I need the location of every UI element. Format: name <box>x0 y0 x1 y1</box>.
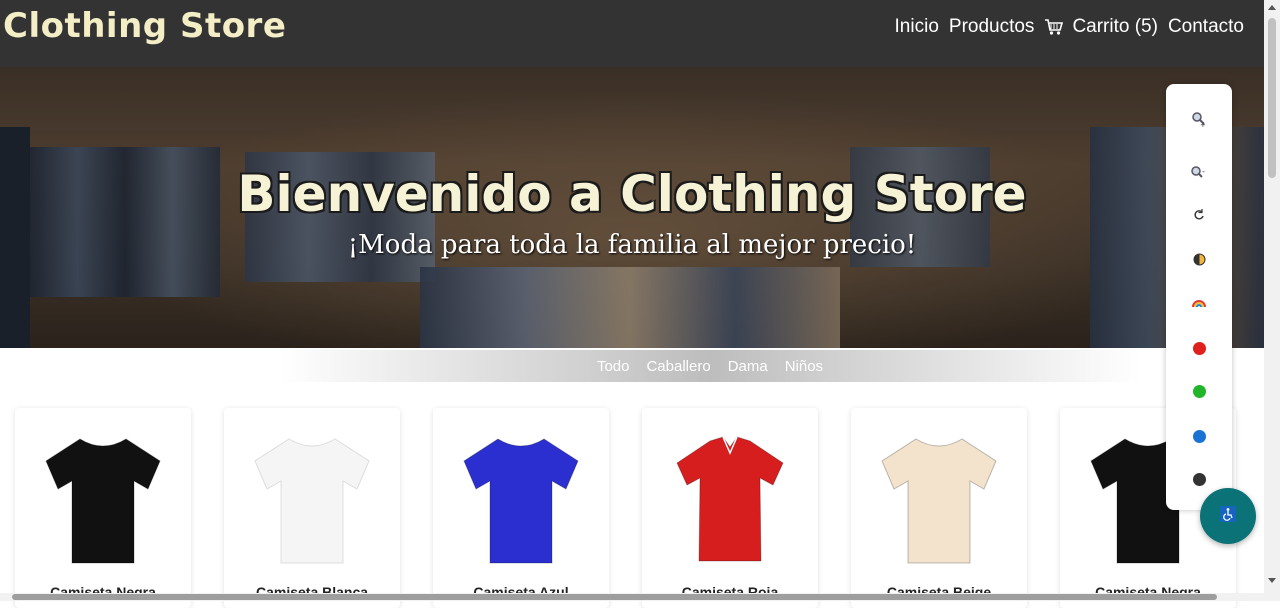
svg-text:-: - <box>1202 167 1205 176</box>
filter-ninos[interactable]: Niños <box>785 358 823 375</box>
rainbow-icon[interactable] <box>1188 292 1210 314</box>
product-card[interactable]: Camiseta Negra <box>15 408 191 608</box>
accessibility-toggle-button[interactable] <box>1200 488 1256 544</box>
dark-dot-icon <box>1192 472 1206 486</box>
nav-link-contacto[interactable]: Contacto <box>1168 16 1244 38</box>
reset-icon[interactable] <box>1188 204 1210 226</box>
zoom-out-icon[interactable]: - <box>1188 161 1210 183</box>
product-card[interactable]: Camiseta Blanca <box>224 408 400 608</box>
cart-label: Carrito (5) <box>1072 16 1158 37</box>
vertical-scroll-thumb[interactable] <box>1268 18 1276 178</box>
filter-caballero[interactable]: Caballero <box>646 358 710 375</box>
brand-logo[interactable]: Clothing Store <box>3 6 286 46</box>
nav-link-carrito[interactable]: Carrito (5) <box>1044 16 1158 38</box>
hero-title: Bienvenido a Clothing Store <box>237 165 1027 223</box>
blue-dot-icon <box>1192 429 1206 443</box>
product-image[interactable] <box>851 418 1027 578</box>
nav-link-productos[interactable]: Productos <box>949 16 1035 38</box>
svg-text:+: + <box>1200 121 1206 127</box>
navbar: Clothing Store Inicio Productos Carrito … <box>0 0 1264 67</box>
contrast-icon[interactable] <box>1188 248 1210 270</box>
green-dot-icon <box>1192 384 1206 398</box>
scroll-down-icon[interactable] <box>1268 578 1276 583</box>
folded-clothes-image <box>420 267 840 348</box>
product-card[interactable]: Camiseta Beige <box>851 408 1027 608</box>
hero-banner: Bienvenido a Clothing Store ¡Moda para t… <box>0 67 1264 348</box>
filter-dama[interactable]: Dama <box>728 358 768 375</box>
filter-todo[interactable]: Todo <box>597 358 630 375</box>
horizontal-scrollbar[interactable] <box>0 593 1264 601</box>
product-image[interactable] <box>642 418 818 578</box>
hero-subtitle: ¡Moda para toda la familia al mejor prec… <box>347 230 917 260</box>
zoom-in-icon[interactable]: + <box>1188 108 1210 130</box>
horizontal-scroll-thumb[interactable] <box>12 594 1217 600</box>
blue-color-button[interactable] <box>1188 425 1210 447</box>
product-image[interactable] <box>224 418 400 578</box>
wheelchair-icon <box>1220 505 1236 527</box>
nav-links: Inicio Productos Carrito (5) Contacto <box>895 16 1244 38</box>
cart-icon <box>1044 18 1064 36</box>
category-filters: Todo Caballero Dama Niños <box>280 350 1140 382</box>
green-color-button[interactable] <box>1188 380 1210 402</box>
product-card[interactable]: Camiseta Azul <box>433 408 609 608</box>
red-dot-icon <box>1192 341 1206 355</box>
product-image[interactable] <box>433 418 609 578</box>
product-card[interactable]: Camiseta Roja <box>642 408 818 608</box>
dark-color-button[interactable] <box>1188 468 1210 490</box>
accessibility-panel: + - <box>1166 84 1232 510</box>
scroll-up-icon[interactable] <box>1268 5 1276 10</box>
product-image[interactable] <box>15 418 191 578</box>
vertical-scrollbar[interactable] <box>1264 0 1280 601</box>
nav-link-inicio[interactable]: Inicio <box>895 16 939 38</box>
red-color-button[interactable] <box>1188 337 1210 359</box>
